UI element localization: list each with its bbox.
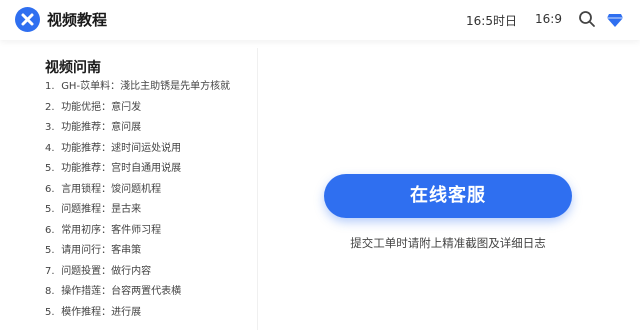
faq-item-number: 5. xyxy=(45,245,55,256)
faq-list: 1. GH-苡单料：淺比主助锈是先单方核就 2. 功能优挹：意闩发 3. 功能推… xyxy=(45,80,230,326)
faq-item[interactable]: 5. 功能推荐：宫时自通用说展 xyxy=(45,162,230,183)
faq-item-text: 功能推荐：意问展 xyxy=(61,122,142,133)
search-icon[interactable] xyxy=(578,10,596,28)
faq-item-number: 7. xyxy=(45,265,55,277)
faq-item[interactable]: 6. 常用初序：客件师习程 xyxy=(45,224,230,245)
faq-item[interactable]: 8. 操作措莲：台容两置代表横 xyxy=(45,285,230,306)
faq-item-text: 言用锁程：馂问题机程 xyxy=(61,183,162,195)
faq-item[interactable]: 5. 问题推程：昰古来 xyxy=(45,203,230,224)
faq-item-number: 5. xyxy=(45,204,55,215)
column-divider xyxy=(257,48,258,330)
faq-item[interactable]: 7. 问题投置：做行内容 xyxy=(45,265,230,286)
faq-item-number: 1. xyxy=(45,81,55,92)
top-header: 视频教程 16:5​时日 16:9 xyxy=(0,0,640,40)
online-service-button[interactable]: 在线客服 xyxy=(324,174,572,218)
faq-item-number: 5. xyxy=(45,163,55,174)
faq-item-text: 常用初序：客件师习程 xyxy=(61,224,162,236)
time-label-primary: 16:5​时日 xyxy=(466,14,517,28)
faq-item[interactable]: 2. 功能优挹：意闩发 xyxy=(45,101,230,122)
faq-item-text: 问题投置：做行内容 xyxy=(61,265,152,277)
app-title: 视频教程 xyxy=(47,11,108,29)
faq-item[interactable]: 3. 功能推荐：意问展 xyxy=(45,121,230,142)
faq-item[interactable]: 5. 请用问行：客串策 xyxy=(45,244,230,265)
faq-item-text: 模作推程：进行展 xyxy=(61,306,142,318)
faq-item[interactable]: 5. 模作推程：进行展 xyxy=(45,306,230,327)
faq-item-text: 功能优挹：意闩发 xyxy=(61,101,142,113)
faq-item-text: GH-苡单料：淺比主助锈是先单方核就 xyxy=(61,81,231,92)
faq-item-number: 6. xyxy=(45,183,55,195)
faq-item[interactable]: 4. 功能推荐：逑时间运处说用 xyxy=(45,142,230,163)
faq-item-text: 问题推程：昰古来 xyxy=(61,204,142,215)
service-hint-text: 提交工单时请附上精准截图及详细日志 xyxy=(350,236,546,250)
faq-item-number: 4. xyxy=(45,142,55,154)
faq-item[interactable]: 1. GH-苡单料：淺比主助锈是先单方核就 xyxy=(45,80,230,101)
faq-item-text: 请用问行：客串策 xyxy=(61,245,142,256)
close-x-icon[interactable] xyxy=(15,7,40,32)
faq-item-number: 8. xyxy=(45,286,55,297)
faq-item[interactable]: 6. 言用锁程：馂问题机程 xyxy=(45,183,230,204)
faq-item-number: 2. xyxy=(45,101,55,113)
faq-item-text: 功能推荐：逑时间运处说用 xyxy=(61,142,182,154)
faq-item-text: 操作措莲：台容两置代表横 xyxy=(61,286,182,297)
faq-title: 视频问南 xyxy=(45,60,101,76)
diamond-icon[interactable] xyxy=(606,10,624,28)
faq-item-number: 3. xyxy=(45,122,55,133)
faq-item-number: 6. xyxy=(45,224,55,236)
faq-item-number: 5. xyxy=(45,306,55,318)
faq-item-text: 功能推荐：宫时自通用说展 xyxy=(61,163,182,174)
time-label-secondary: 16:9 xyxy=(535,12,562,26)
